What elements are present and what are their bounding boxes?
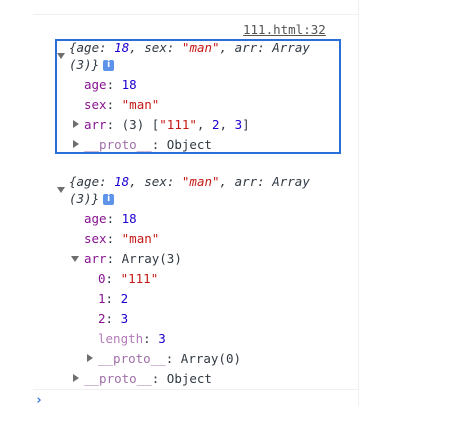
array-length: length: 3 bbox=[98, 331, 166, 346]
summary-key-age: age: bbox=[76, 40, 115, 55]
object-summary-line2: (3)} i bbox=[69, 190, 115, 207]
prop-row-age: age: 18 bbox=[84, 77, 137, 92]
expand-arr-icon[interactable] bbox=[73, 120, 79, 128]
info-icon[interactable]: i bbox=[103, 60, 115, 71]
object-summary[interactable]: {age: 18, sex: "man", arr: Array bbox=[69, 39, 310, 56]
expand-proto-icon[interactable] bbox=[73, 140, 79, 148]
console-prompt-icon[interactable]: › bbox=[35, 392, 43, 409]
prop-row-proto[interactable]: __proto__: Object bbox=[84, 136, 212, 153]
prop-row-arr[interactable]: arr: (3) ["111", 2, 3] bbox=[84, 116, 250, 133]
object-summary[interactable]: {age: 18, sex: "man", arr: Array bbox=[69, 173, 310, 190]
array-proto-row[interactable]: __proto__: Array(0) bbox=[98, 350, 241, 367]
prop-row-sex: sex: "man" bbox=[84, 97, 160, 112]
expand-array-proto-icon[interactable] bbox=[87, 354, 93, 362]
array-item-1: 1: 2 bbox=[98, 291, 129, 306]
object-summary-line2: (3)} i bbox=[69, 56, 115, 73]
info-icon[interactable]: i bbox=[103, 194, 115, 205]
console-top-border bbox=[33, 14, 358, 15]
prop-row-arr[interactable]: arr: Array(3) bbox=[84, 250, 182, 267]
expand-toggle-icon[interactable] bbox=[57, 187, 65, 193]
array-item-2: 2: 3 bbox=[98, 311, 129, 326]
source-link[interactable]: 111.html:32 bbox=[243, 22, 326, 37]
collapse-arr-icon[interactable] bbox=[71, 256, 79, 262]
prop-row-sex: sex: "man" bbox=[84, 231, 160, 246]
console-divider bbox=[33, 389, 358, 390]
prop-row-proto[interactable]: __proto__: Object bbox=[84, 370, 212, 387]
expand-proto-icon[interactable] bbox=[73, 374, 79, 382]
array-item-0: 0: "111" bbox=[98, 271, 159, 286]
expand-toggle-icon[interactable] bbox=[57, 53, 65, 59]
prop-row-age: age: 18 bbox=[84, 211, 137, 226]
